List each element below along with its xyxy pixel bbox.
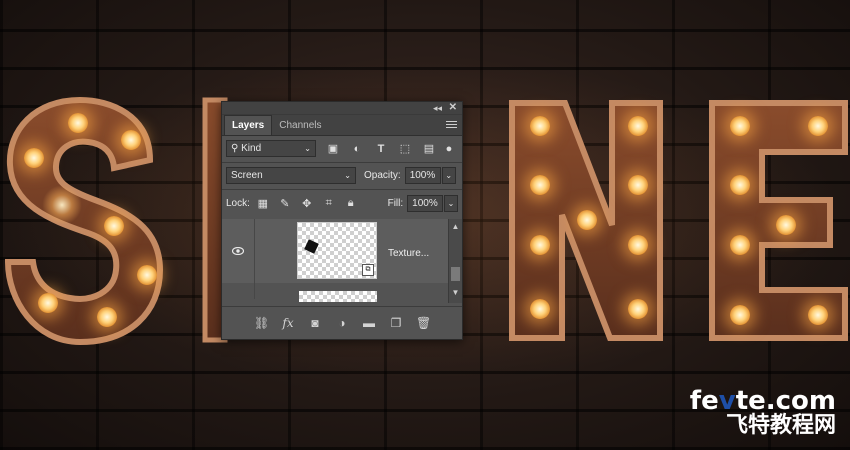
layer-thumbnail[interactable]: ⧉	[297, 222, 377, 279]
lock-label: Lock:	[226, 198, 250, 209]
smart-object-badge-icon: ⧉	[362, 264, 374, 276]
lock-image-icon[interactable]: ✎	[278, 197, 292, 211]
thumbnail-shape	[304, 239, 319, 254]
close-icon[interactable]: ✕	[449, 102, 457, 114]
layers-bottom-toolbar: ⛓︎ fx ◙ ◑ ▬ ❐ 🗑︎	[222, 306, 462, 339]
chevron-down-icon: ⌄	[447, 199, 455, 208]
trash-icon[interactable]: 🗑︎	[416, 316, 431, 330]
lock-artboard-icon[interactable]: ⌗	[322, 197, 336, 211]
bulb	[121, 130, 141, 150]
bulb	[628, 299, 648, 319]
bulb	[808, 116, 828, 136]
fill-label: Fill:	[387, 198, 404, 209]
filter-row: ⚲ Kind ⌄ ▣ ◐ T ⬚ ▤ ●	[226, 140, 458, 157]
chevron-down-icon: ⌄	[304, 144, 311, 153]
filter-toggle-icon[interactable]: ●	[442, 142, 456, 156]
blend-mode-value: Screen	[231, 170, 263, 181]
bulb	[628, 175, 648, 195]
opacity-label: Opacity:	[364, 170, 401, 181]
mask-icon[interactable]: ◙	[308, 316, 322, 330]
folder-icon[interactable]: ▬	[362, 316, 376, 330]
bulb	[24, 148, 44, 168]
layers-panel: ◂◂ ✕ Layers Channels ⚲ Kind ⌄ ▣ ◐ T ⬚ ▤ …	[221, 101, 463, 340]
watermark-part: te.com	[735, 386, 836, 416]
type-filter-icon[interactable]: T	[374, 142, 388, 156]
bulb	[577, 210, 597, 230]
shape-filter-icon[interactable]: ⬚	[398, 142, 412, 156]
fill-dropdown-button[interactable]: ⌄	[444, 195, 458, 212]
bulb	[730, 116, 750, 136]
bulb	[730, 235, 750, 255]
panel-titlebar[interactable]: ◂◂ ✕	[222, 102, 462, 115]
panel-menu-icon[interactable]	[446, 121, 457, 129]
opacity-input[interactable]: 100%	[404, 167, 441, 184]
bulb	[730, 175, 750, 195]
bulb	[628, 235, 648, 255]
fill-input[interactable]: 100%	[407, 195, 444, 212]
chevron-down-icon: ⌄	[445, 171, 453, 180]
bulb	[730, 305, 750, 325]
bulb	[104, 216, 124, 236]
layers-scrollbar[interactable]: ▲ ▼	[448, 219, 462, 303]
search-icon: ⚲	[231, 143, 239, 154]
watermark-part: v	[718, 386, 736, 416]
bulb	[530, 299, 550, 319]
visibility-column	[222, 219, 255, 299]
lock-row: Lock: ▦ ✎ ✥ ⌗ 🔒︎ Fill: 100% ⌄	[226, 195, 458, 212]
opacity-dropdown-button[interactable]: ⌄	[441, 167, 456, 184]
bulb	[137, 265, 157, 285]
kind-label: Kind	[241, 143, 262, 154]
watermark-chinese: 飞特教程网	[725, 413, 836, 438]
spark-glow	[42, 185, 82, 225]
scroll-down-icon[interactable]: ▼	[449, 287, 462, 299]
bulb	[776, 215, 796, 235]
bulb	[68, 113, 88, 133]
bulb	[530, 235, 550, 255]
layer-thumbnail-next[interactable]	[299, 291, 377, 302]
bulb	[530, 116, 550, 136]
blend-row: Screen ⌄ Opacity: 100% ⌄	[226, 167, 458, 184]
adjustment-icon[interactable]: ◑	[335, 316, 349, 330]
watermark-logo: fevte.com 飞特教程网	[690, 388, 836, 438]
divider	[222, 189, 462, 190]
lock-all-icon[interactable]: 🔒︎	[344, 197, 358, 211]
chevron-down-icon: ⌄	[344, 171, 351, 180]
pixel-filter-icon[interactable]: ▣	[326, 142, 340, 156]
kind-filter-select[interactable]: ⚲ Kind ⌄	[226, 140, 316, 157]
lock-position-icon[interactable]: ✥	[300, 197, 314, 211]
layer-name[interactable]: Texture...	[388, 248, 429, 259]
eye-icon[interactable]	[232, 247, 244, 255]
bulb	[38, 293, 58, 313]
link-icon[interactable]: ⛓︎	[254, 316, 269, 330]
bulb	[530, 175, 550, 195]
bulb	[628, 116, 648, 136]
bulb	[97, 307, 117, 327]
bulb	[808, 305, 828, 325]
scrollbar-thumb[interactable]	[451, 267, 460, 281]
scroll-up-icon[interactable]: ▲	[449, 221, 462, 233]
watermark-domain: fevte.com	[690, 388, 836, 414]
watermark-part: fe	[689, 386, 719, 416]
lock-transparent-icon[interactable]: ▦	[256, 197, 270, 211]
panel-tabs: Layers Channels	[222, 115, 462, 136]
divider	[222, 162, 462, 163]
fx-icon[interactable]: fx	[281, 316, 295, 330]
collapse-icon[interactable]: ◂◂	[433, 102, 442, 114]
smart-object-filter-icon[interactable]: ▤	[422, 142, 436, 156]
tab-layers[interactable]: Layers	[224, 115, 273, 135]
tab-channels[interactable]: Channels	[272, 116, 328, 135]
new-layer-icon[interactable]: ❐	[389, 316, 403, 330]
adjustment-filter-icon[interactable]: ◐	[350, 142, 364, 156]
blend-mode-select[interactable]: Screen ⌄	[226, 167, 356, 184]
